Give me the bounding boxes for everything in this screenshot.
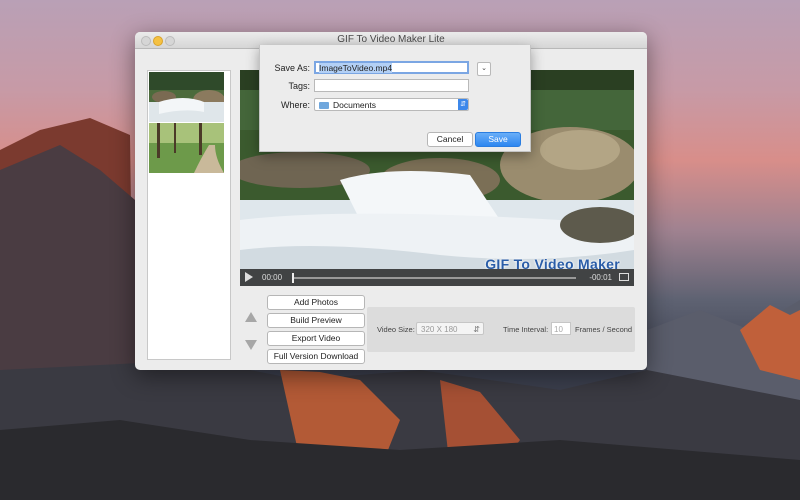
full-version-download-button[interactable]: Full Version Download (267, 349, 365, 364)
export-video-button[interactable]: Export Video (267, 331, 365, 346)
window-title: GIF To Video Maker Lite (337, 34, 445, 45)
scrubber-handle[interactable] (292, 273, 294, 283)
cancel-button[interactable]: Cancel (427, 132, 473, 147)
save-as-label: Save As: (274, 63, 310, 73)
move-down-icon[interactable] (245, 340, 257, 350)
save-sheet: Save As: ImageToVideo.mp4 ⌄ Tags: Where:… (259, 45, 531, 152)
video-size-label: Video Size: (377, 325, 415, 334)
save-as-value: ImageToVideo.mp4 (319, 63, 393, 73)
video-size-value: 320 X 180 (421, 325, 458, 334)
player-controls: 00:00 -00:01 (240, 269, 634, 286)
scrubber-track[interactable] (292, 277, 576, 279)
build-preview-button[interactable]: Build Preview (267, 313, 365, 328)
where-popup[interactable]: Documents ⇵ (314, 98, 469, 111)
updown-chevron-icon: ⇵ (473, 325, 480, 334)
tags-field[interactable] (314, 79, 469, 92)
where-label: Where: (280, 100, 310, 110)
save-button[interactable]: Save (475, 132, 521, 147)
main-window: GIF To Video Maker Lite GIF To Video Mak… (135, 32, 647, 370)
photo-list[interactable] (147, 70, 231, 360)
expand-dialog-button[interactable]: ⌄ (477, 62, 491, 76)
time-interval-unit: Frames / Second (575, 325, 633, 334)
folder-icon (319, 102, 329, 109)
where-value: Documents (333, 100, 376, 110)
save-as-field[interactable]: ImageToVideo.mp4 (314, 61, 469, 74)
move-up-icon[interactable] (245, 312, 257, 322)
time-interval-label: Time Interval: (503, 325, 549, 334)
current-time: 00:00 (262, 273, 283, 282)
airplay-icon[interactable] (619, 273, 629, 281)
updown-chevron-icon: ⇵ (458, 99, 468, 110)
photo-thumbnail-forest-path[interactable] (149, 123, 224, 173)
play-icon[interactable] (245, 272, 253, 282)
remaining-time: -00:01 (589, 273, 612, 282)
time-interval-field[interactable]: 10 (551, 322, 571, 335)
tags-label: Tags: (288, 81, 310, 91)
video-size-select[interactable]: 320 X 180 ⇵ (416, 322, 484, 335)
photo-thumbnail-waterfall[interactable] (149, 72, 224, 122)
settings-panel: Video Size: 320 X 180 ⇵ Time Interval: 1… (367, 307, 635, 352)
add-photos-button[interactable]: Add Photos (267, 295, 365, 310)
